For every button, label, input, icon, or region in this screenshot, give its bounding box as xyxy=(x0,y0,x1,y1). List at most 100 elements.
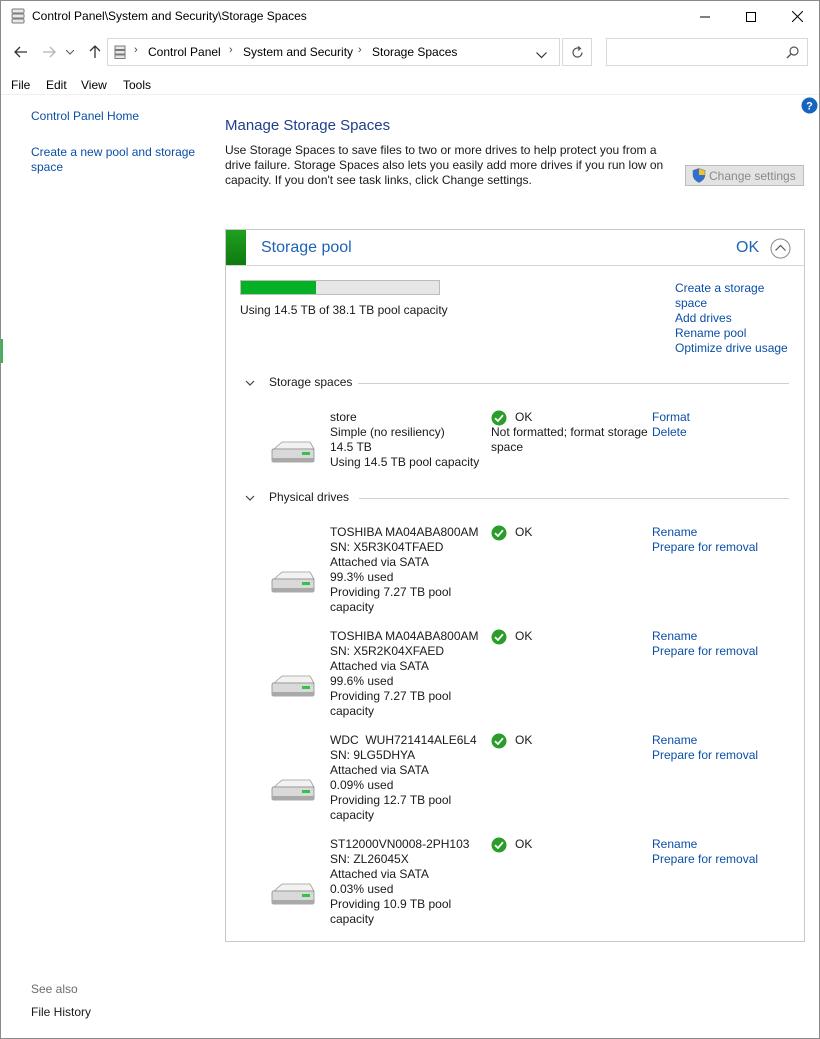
drive-model: WDC WUH721414ALE6L4 xyxy=(330,733,477,747)
back-arrow-icon xyxy=(14,46,27,58)
address-dropdown-button[interactable] xyxy=(536,48,547,62)
drive-attachment: Attached via SATA xyxy=(330,763,429,777)
up-arrow-icon xyxy=(89,45,101,58)
drive-providing-cont: capacity xyxy=(330,912,375,926)
drive-model: TOSHIBA MA04ABA800AM xyxy=(330,629,479,643)
intro-text: Use Storage Spaces to save files to two … xyxy=(225,143,665,188)
minimize-icon xyxy=(700,16,710,17)
drive-used: 99.3% used xyxy=(330,570,394,584)
pool-status-accent xyxy=(226,230,246,265)
title-bar: Control Panel\System and Security\Storag… xyxy=(1,1,819,32)
storage-space-size: 14.5 TB xyxy=(330,440,372,454)
pool-capacity-bar xyxy=(240,280,440,295)
back-button[interactable] xyxy=(11,41,31,63)
storage-space-note: Not formatted; format storage space xyxy=(491,425,648,454)
drive-attachment: Attached via SATA xyxy=(330,659,429,673)
forward-arrow-icon xyxy=(43,46,56,58)
breadcrumb-separator-icon: › xyxy=(134,44,138,56)
storage-space-status-text: OK xyxy=(515,410,533,424)
prepare-for-removal-link[interactable]: Prepare for removal xyxy=(652,852,758,867)
rename-drive-link[interactable]: Rename xyxy=(652,629,758,644)
create-pool-link[interactable]: Create a new pool and storage space xyxy=(31,145,206,175)
close-icon xyxy=(791,11,803,22)
window-title: Control Panel\System and Security\Storag… xyxy=(32,9,307,23)
drive-serial: SN: X5R2K04XFAED xyxy=(330,644,445,658)
ok-check-icon xyxy=(491,410,507,426)
menu-file[interactable]: File xyxy=(11,78,30,92)
storage-space-info: store Simple (no resiliency) 14.5 TB Usi… xyxy=(330,410,479,470)
shield-icon xyxy=(692,168,706,183)
storage-space-usage: Using 14.5 TB pool capacity xyxy=(330,455,480,469)
drive-icon xyxy=(271,883,315,905)
storage-spaces-icon xyxy=(114,45,126,59)
intro-line-3: capacity. If you don't see task links, c… xyxy=(225,173,532,187)
maximize-icon xyxy=(746,11,756,22)
menu-view[interactable]: View xyxy=(81,78,107,92)
close-button[interactable] xyxy=(774,1,820,32)
recent-locations-button[interactable] xyxy=(64,41,76,63)
refresh-button[interactable] xyxy=(562,38,592,66)
storage-pool-title: Storage pool xyxy=(261,239,352,256)
storage-pool-status: OK xyxy=(736,239,760,256)
help-button[interactable]: ? xyxy=(801,97,818,114)
breadcrumb-control-panel[interactable]: Control Panel xyxy=(148,45,221,59)
control-panel-home-link[interactable]: Control Panel Home xyxy=(31,109,139,123)
ok-check-icon xyxy=(491,733,507,749)
ok-check-icon xyxy=(491,629,507,645)
rename-drive-link[interactable]: Rename xyxy=(652,525,758,540)
storage-spaces-section-header[interactable]: Storage spaces xyxy=(244,375,789,391)
recent-dropdown-icon xyxy=(66,49,74,55)
collapse-chevron-icon[interactable] xyxy=(770,238,791,259)
minimize-button[interactable] xyxy=(682,1,728,32)
prepare-for-removal-link[interactable]: Prepare for removal xyxy=(652,540,758,555)
add-drives-link[interactable]: Add drives xyxy=(675,311,788,326)
menu-tools[interactable]: Tools xyxy=(123,78,151,92)
storage-pool-header[interactable]: Storage pool OK xyxy=(226,230,804,266)
forward-button[interactable] xyxy=(39,41,59,63)
change-settings-button[interactable]: Change settings xyxy=(685,165,804,186)
intro-line-1: Use Storage Spaces to save files to two … xyxy=(225,143,657,157)
rename-pool-link[interactable]: Rename pool xyxy=(675,326,788,341)
rename-drive-link[interactable]: Rename xyxy=(652,733,758,748)
storage-space-name: store xyxy=(330,410,357,424)
rename-drive-link[interactable]: Rename xyxy=(652,837,758,852)
breadcrumb-system-security[interactable]: System and Security xyxy=(243,45,353,59)
drive-info: ST12000VN0008-2PH103 SN: ZL26045X Attach… xyxy=(330,837,469,927)
drive-used: 0.03% used xyxy=(330,882,394,896)
ok-check-icon xyxy=(491,837,507,853)
page-title: Manage Storage Spaces xyxy=(225,117,391,134)
window-edge-accent xyxy=(1,339,3,363)
storage-spaces-window: Control Panel\System and Security\Storag… xyxy=(0,0,820,1039)
drive-icon xyxy=(271,441,315,463)
drive-model: ST12000VN0008-2PH103 xyxy=(330,837,470,851)
delete-link[interactable]: Delete xyxy=(652,425,690,440)
navigation-bar: › Control Panel › System and Security › … xyxy=(1,37,819,67)
create-storage-space-link[interactable]: Create a storage space xyxy=(675,281,788,311)
address-bar[interactable]: › Control Panel › System and Security › … xyxy=(107,38,560,66)
storage-spaces-label: Storage spaces xyxy=(269,375,359,389)
refresh-icon xyxy=(571,45,583,58)
search-input[interactable] xyxy=(606,38,808,66)
maximize-button[interactable] xyxy=(728,1,774,32)
format-link[interactable]: Format xyxy=(652,410,690,425)
drive-serial: SN: X5R3K04TFAED xyxy=(330,540,444,554)
drive-used: 0.09% used xyxy=(330,778,394,792)
prepare-for-removal-link[interactable]: Prepare for removal xyxy=(652,748,758,763)
drive-info: WDC WUH721414ALE6L4 SN: 9LG5DHYA Attache… xyxy=(330,733,477,823)
drive-icon xyxy=(271,675,315,697)
prepare-for-removal-link[interactable]: Prepare for removal xyxy=(652,644,758,659)
drive-providing: Providing 10.9 TB pool xyxy=(330,897,452,911)
section-divider xyxy=(354,383,789,384)
file-history-link[interactable]: File History xyxy=(31,1005,91,1019)
drive-actions: Rename Prepare for removal xyxy=(652,525,758,555)
menu-edit[interactable]: Edit xyxy=(46,78,67,92)
drive-providing-cont: capacity xyxy=(330,600,375,614)
optimize-drive-usage-link[interactable]: Optimize drive usage xyxy=(675,341,788,356)
up-button[interactable] xyxy=(85,41,105,63)
svg-text:?: ? xyxy=(806,101,813,113)
breadcrumb-storage-spaces[interactable]: Storage Spaces xyxy=(372,45,457,59)
physical-drives-section-header[interactable]: Physical drives xyxy=(244,490,789,506)
breadcrumb-separator-icon: › xyxy=(358,44,362,56)
section-divider xyxy=(359,498,789,499)
drive-providing: Providing 7.27 TB pool xyxy=(330,689,452,703)
